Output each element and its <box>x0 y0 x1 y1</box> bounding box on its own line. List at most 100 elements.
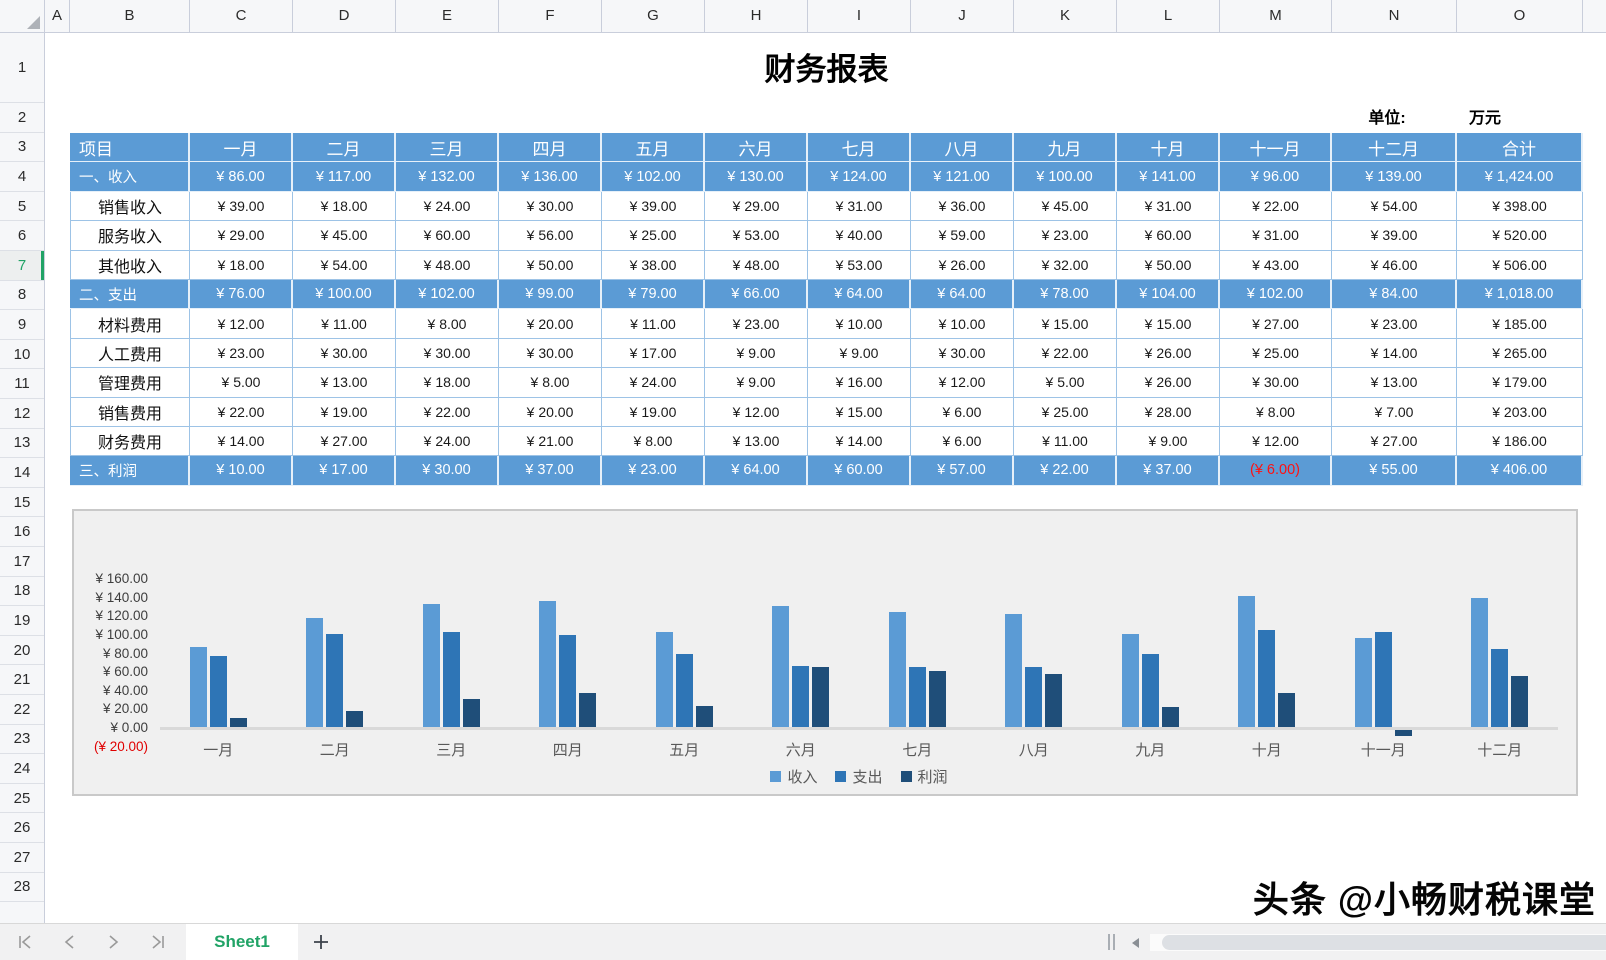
table-cell[interactable]: 九月 <box>1014 133 1117 163</box>
table-row-label[interactable]: 材料费用 <box>70 309 190 339</box>
table-cell[interactable]: ¥ 60.00 <box>1117 221 1220 251</box>
table-cell[interactable]: ¥ 406.00 <box>1457 456 1583 486</box>
table-cell[interactable]: ¥ 12.00 <box>1220 426 1332 457</box>
table-cell[interactable]: ¥ 22.00 <box>190 397 293 427</box>
row-header-24[interactable]: 24 <box>0 754 44 784</box>
chart-bar-支出[interactable] <box>792 665 810 727</box>
table-cell[interactable]: ¥ 100.00 <box>293 279 396 310</box>
table-cell[interactable]: ¥ 23.00 <box>602 456 705 486</box>
table-cell[interactable]: ¥ 27.00 <box>1220 309 1332 339</box>
table-cell[interactable]: ¥ 31.00 <box>1117 191 1220 222</box>
chart-bar-支出[interactable] <box>559 634 577 727</box>
table-cell[interactable]: ¥ 398.00 <box>1457 191 1583 222</box>
table-cell[interactable]: ¥ 31.00 <box>1220 221 1332 251</box>
table-cell[interactable]: ¥ 29.00 <box>705 191 808 222</box>
table-cell[interactable]: ¥ 185.00 <box>1457 309 1583 339</box>
table-cell[interactable]: ¥ 30.00 <box>1220 368 1332 398</box>
chart-bar-利润[interactable] <box>1161 706 1179 727</box>
table-cell[interactable]: ¥ 139.00 <box>1332 162 1457 192</box>
last-sheet-button[interactable] <box>146 931 168 953</box>
table-cell[interactable]: ¥ 56.00 <box>499 221 602 251</box>
table-cell[interactable]: ¥ 121.00 <box>911 162 1014 192</box>
table-cell[interactable]: ¥ 23.00 <box>705 309 808 339</box>
tab-scroll-splitter[interactable] <box>1108 934 1115 950</box>
table-cell[interactable]: ¥ 520.00 <box>1457 221 1583 251</box>
table-cell[interactable]: ¥ 13.00 <box>1332 368 1457 398</box>
horizontal-scrollbar[interactable] <box>1150 934 1606 951</box>
table-cell[interactable]: ¥ 76.00 <box>190 279 293 310</box>
chart-bar-收入[interactable] <box>1471 597 1489 727</box>
table-row-label[interactable]: 二、支出 <box>70 279 190 310</box>
row-header-25[interactable]: 25 <box>0 784 44 814</box>
table-cell[interactable]: ¥ 30.00 <box>499 191 602 222</box>
chart-bar-利润[interactable] <box>229 717 247 727</box>
row-header-12[interactable]: 12 <box>0 399 44 429</box>
table-cell[interactable]: ¥ 203.00 <box>1457 397 1583 427</box>
table-cell[interactable]: ¥ 21.00 <box>499 426 602 457</box>
chart-bar-支出[interactable] <box>209 656 227 727</box>
table-cell[interactable]: 十月 <box>1117 133 1220 163</box>
table-row-label[interactable]: 销售费用 <box>70 397 190 427</box>
table-cell[interactable]: ¥ 84.00 <box>1332 279 1457 310</box>
row-header-22[interactable]: 22 <box>0 695 44 725</box>
row-header-9[interactable]: 9 <box>0 310 44 340</box>
table-cell[interactable]: ¥ 17.00 <box>602 338 705 369</box>
table-cell[interactable]: 十一月 <box>1220 133 1332 163</box>
table-cell[interactable]: ¥ 26.00 <box>1117 368 1220 398</box>
table-cell[interactable]: ¥ 45.00 <box>1014 191 1117 222</box>
column-header-I[interactable]: I <box>808 0 911 32</box>
chart-bar-支出[interactable] <box>1258 630 1276 727</box>
legend-item[interactable]: 收入 <box>770 766 817 787</box>
row-header-7[interactable]: 7 <box>0 251 44 281</box>
table-cell[interactable]: ¥ 23.00 <box>1332 309 1457 339</box>
chart-bar-支出[interactable] <box>1491 648 1509 727</box>
table-cell[interactable]: ¥ 8.00 <box>499 368 602 398</box>
table-cell[interactable]: ¥ 5.00 <box>190 368 293 398</box>
table-cell[interactable]: ¥ 16.00 <box>808 368 911 398</box>
table-cell[interactable]: ¥ 124.00 <box>808 162 911 192</box>
table-cell[interactable]: ¥ 30.00 <box>911 338 1014 369</box>
table-cell[interactable]: ¥ 78.00 <box>1014 279 1117 310</box>
column-header-F[interactable]: F <box>499 0 602 32</box>
chart-bar-支出[interactable] <box>908 667 926 727</box>
next-sheet-button[interactable] <box>102 931 124 953</box>
table-cell[interactable]: ¥ 9.00 <box>808 338 911 369</box>
row-header-4[interactable]: 4 <box>0 162 44 192</box>
row-header-16[interactable]: 16 <box>0 517 44 547</box>
table-cell[interactable]: ¥ 10.00 <box>808 309 911 339</box>
column-header-D[interactable]: D <box>293 0 396 32</box>
table-cell[interactable]: ¥ 10.00 <box>911 309 1014 339</box>
table-row-label[interactable]: 服务收入 <box>70 221 190 251</box>
table-cell[interactable]: 二月 <box>293 133 396 163</box>
table-cell[interactable]: ¥ 54.00 <box>1332 191 1457 222</box>
table-cell[interactable]: 合计 <box>1457 133 1583 163</box>
row-header-17[interactable]: 17 <box>0 547 44 577</box>
table-cell[interactable]: ¥ 59.00 <box>911 221 1014 251</box>
chart-bar-利润[interactable] <box>1394 730 1412 736</box>
table-cell[interactable]: ¥ 8.00 <box>396 309 499 339</box>
table-cell[interactable]: 三月 <box>396 133 499 163</box>
chart-bar-支出[interactable] <box>1141 654 1159 727</box>
table-cell[interactable]: ¥ 28.00 <box>1117 397 1220 427</box>
table-cell[interactable]: ¥ 132.00 <box>396 162 499 192</box>
table-cell[interactable]: ¥ 32.00 <box>1014 250 1117 280</box>
table-cell[interactable]: ¥ 265.00 <box>1457 338 1583 369</box>
table-cell[interactable]: ¥ 12.00 <box>705 397 808 427</box>
chart-bar-利润[interactable] <box>928 671 946 727</box>
chart-bar-利润[interactable] <box>1045 673 1063 727</box>
table-cell[interactable]: 四月 <box>499 133 602 163</box>
table-cell[interactable]: ¥ 31.00 <box>808 191 911 222</box>
table-cell[interactable]: ¥ 60.00 <box>396 221 499 251</box>
tab-sheet1[interactable]: Sheet1 <box>186 923 298 960</box>
table-cell[interactable]: ¥ 6.00 <box>911 397 1014 427</box>
chart-bar-利润[interactable] <box>695 705 713 727</box>
table-cell[interactable]: ¥ 506.00 <box>1457 250 1583 280</box>
finance-bar-chart[interactable]: ¥ 160.00 ¥ 140.00 ¥ 120.00 ¥ 100.00 ¥ 80.00 ¥… <box>72 509 1578 796</box>
add-sheet-button[interactable] <box>298 924 344 960</box>
table-cell[interactable]: ¥ 117.00 <box>293 162 396 192</box>
row-header-18[interactable]: 18 <box>0 577 44 607</box>
table-cell[interactable]: ¥ 29.00 <box>190 221 293 251</box>
table-cell[interactable]: ¥ 26.00 <box>911 250 1014 280</box>
table-cell[interactable]: 一月 <box>190 133 293 163</box>
table-cell[interactable]: ¥ 22.00 <box>396 397 499 427</box>
